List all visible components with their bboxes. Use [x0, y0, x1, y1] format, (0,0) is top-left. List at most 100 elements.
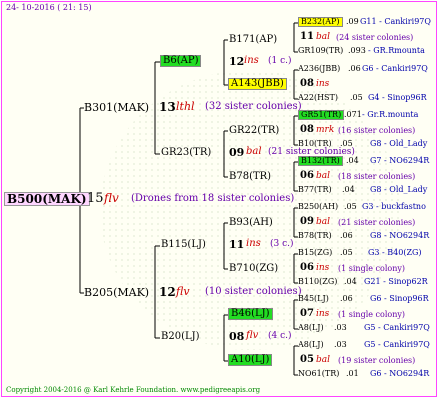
gen4-mid-1-abbr: ins: [316, 79, 330, 89]
gen4-2-loc: G6 - Cankiri97Q: [362, 64, 428, 73]
gen4-11-loc: G21 - Sinop62R: [364, 277, 428, 286]
gen4-6-year: .04: [346, 156, 359, 165]
gen4-mid-6-note: (1 single colony): [338, 310, 405, 319]
gen4-1-year: .093: [348, 46, 366, 55]
gen4-15-year: .01: [346, 369, 359, 378]
gen4-7-loc: G8 - Old_Lady: [370, 185, 428, 194]
gen3-0-abbr: ins: [244, 55, 259, 66]
gen4-4-loc: - Gr.R.mounta: [362, 110, 419, 119]
gen1-0-num: 13: [159, 100, 176, 114]
queen-gen3-7[interactable]: A10(LJ): [228, 354, 273, 366]
queen-gen4-7[interactable]: B77(TR): [298, 186, 332, 194]
gen4-13-loc: G5 - Cankiri97Q: [364, 323, 430, 332]
queen-gen1-1[interactable]: B205(MAK): [84, 287, 149, 298]
gen2-1-num: 09: [229, 146, 245, 159]
queen-gen4-8[interactable]: B250(AH): [298, 203, 338, 211]
queen-gen2-1[interactable]: GR23(TR): [161, 148, 211, 158]
gen0-abbr: flv: [104, 191, 119, 205]
queen-gen2-2[interactable]: B115(LJ): [161, 240, 206, 250]
queen-gen4-13[interactable]: A8(LJ): [298, 324, 324, 332]
queen-gen1-0[interactable]: B301(MAK): [84, 102, 149, 113]
queen-gen2-3[interactable]: B20(LJ): [161, 332, 200, 342]
gen4-mid-4-abbr: bal: [316, 217, 331, 227]
date-stamp: 24- 10-2016 ( 21: 15): [6, 3, 92, 12]
gen4-0-loc: G11 - Cankiri97Q: [360, 17, 431, 26]
gen4-mid-0-note: (24 sister colonies): [336, 33, 414, 42]
queen-gen4-10[interactable]: B15(ZG): [298, 249, 332, 257]
queen-gen4-5[interactable]: B10(TR): [298, 140, 332, 148]
gen4-3-loc: G4 - Sinop96R: [368, 93, 427, 102]
gen4-5-loc: G8 - Old_Lady: [370, 139, 428, 148]
gen4-mid-5-note: (1 single colony): [338, 264, 405, 273]
gen4-mid-5-abbr: ins: [316, 263, 330, 273]
gen4-8-loc: G3 - buckfastno: [362, 202, 426, 211]
gen4-mid-7-note: (19 sister colonies): [338, 356, 416, 365]
gen4-10-loc: G3 - B40(ZG): [368, 248, 422, 257]
gen2-2-num: 11: [229, 238, 245, 251]
queen-gen3-5[interactable]: B710(ZG): [229, 264, 278, 274]
queen-gen4-11[interactable]: B110(ZG): [298, 278, 337, 286]
gen4-mid-2-num: 08: [300, 124, 314, 135]
gen4-14-year: .03: [334, 340, 347, 349]
gen4-mid-1-num: 08: [300, 78, 314, 89]
gen2-3-note: (4 c.): [268, 331, 292, 341]
queen-gen4-4[interactable]: GR51(TR): [298, 110, 345, 120]
queen-gen3-6[interactable]: B46(LJ): [228, 308, 273, 320]
gen4-0-year: .09: [346, 17, 359, 26]
queen-gen4-14[interactable]: A8(LJ): [298, 341, 324, 349]
gen4-15-loc: G6 - NO6294R: [370, 369, 430, 378]
gen2-2-note: (3 c.): [270, 239, 294, 249]
queen-gen4-9[interactable]: B78(TR): [298, 232, 332, 240]
queen-gen4-12[interactable]: B45(LJ): [298, 295, 329, 303]
queen-gen3-4[interactable]: B93(AH): [229, 218, 273, 228]
queen-gen4-0[interactable]: B232(AP): [298, 17, 343, 27]
gen4-12-year: .06: [340, 294, 353, 303]
gen4-mid-2-note: (16 sister colonies): [338, 126, 416, 135]
gen4-8-year: .05: [344, 202, 357, 211]
gen4-12-loc: G6 - Sinop96R: [370, 294, 429, 303]
gen1-0-abbr: lthl: [176, 100, 195, 113]
gen1-1-note: (10 sister colonies): [205, 286, 302, 297]
gen4-14-loc: G5 - Cankiri97Q: [364, 340, 430, 349]
gen4-mid-2-abbr: mrk: [316, 125, 335, 135]
queen-gen4-3[interactable]: A22(HST): [298, 94, 338, 102]
gen4-9-loc: G8 - NO6294R: [370, 231, 430, 240]
gen4-mid-0-num: 11: [300, 31, 314, 42]
gen4-6-loc: G7 - NO6294R: [370, 156, 430, 165]
gen4-mid-6-abbr: ins: [316, 309, 330, 319]
queen-gen4-1[interactable]: GR109(TR): [298, 47, 343, 55]
gen2-1-abbr: bal: [246, 146, 262, 157]
queen-gen0[interactable]: B500(MAK): [4, 192, 90, 206]
queen-gen4-6[interactable]: B132(TR): [298, 156, 343, 166]
gen4-5-year: .05: [340, 139, 353, 148]
queen-gen2-0[interactable]: B6(AP): [160, 55, 202, 67]
gen4-mid-7-num: 05: [300, 354, 314, 365]
gen1-1-num: 12: [159, 285, 176, 299]
queen-gen3-2[interactable]: GR22(TR): [229, 126, 279, 136]
gen2-3-abbr: flv: [246, 330, 259, 341]
gen1-1-abbr: flv: [176, 285, 190, 298]
gen4-1-loc: - GR.Rmounta: [368, 46, 425, 55]
gen4-mid-5-num: 06: [300, 262, 314, 273]
gen2-2-abbr: ins: [246, 238, 261, 249]
gen4-mid-3-abbr: bal: [316, 171, 331, 181]
gen3-0-num: 12: [229, 55, 245, 68]
gen2-3-num: 08: [229, 330, 245, 343]
gen4-9-year: .06: [340, 231, 353, 240]
gen4-11-year: .04: [344, 277, 357, 286]
gen4-mid-4-note: (21 sister colonies): [338, 218, 416, 227]
gen4-7-year: .04: [342, 185, 355, 194]
gen4-mid-4-num: 09: [300, 216, 314, 227]
queen-gen4-2[interactable]: A236(JBB): [298, 65, 340, 73]
gen4-13-year: .03: [334, 323, 347, 332]
gen4-mid-0-abbr: bal: [316, 32, 331, 42]
queen-gen3-0[interactable]: B171(AP): [229, 35, 277, 45]
queen-gen3-3[interactable]: B78(TR): [229, 172, 271, 182]
queen-gen4-15[interactable]: NO61(TR): [298, 370, 339, 378]
queen-gen3-1[interactable]: A143(JBB): [228, 78, 287, 90]
gen4-mid-6-num: 07: [300, 308, 314, 319]
gen1-0-note: (32 sister colonies): [205, 101, 302, 112]
gen4-2-year: .06: [348, 64, 361, 73]
copyright-footer: Copyright 2004-2016 @ Karl Kehrle Founda…: [6, 386, 261, 394]
gen4-mid-3-num: 06: [300, 170, 314, 181]
